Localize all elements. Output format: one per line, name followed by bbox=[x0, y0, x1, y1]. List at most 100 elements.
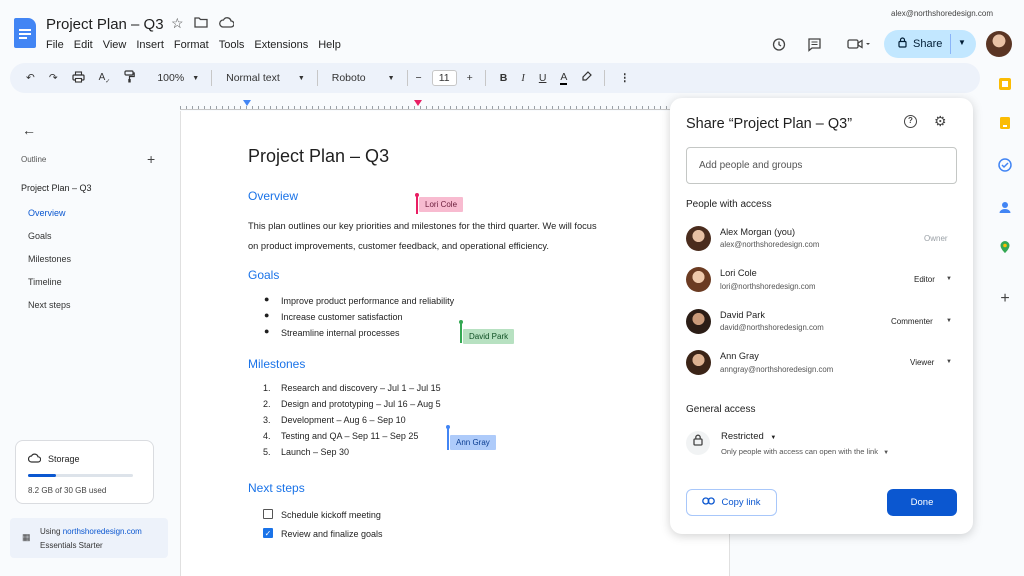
document-page[interactable] bbox=[180, 111, 730, 576]
role-caret-icon[interactable]: ▼ bbox=[946, 318, 952, 324]
share-label: Share bbox=[913, 38, 943, 50]
spellcheck-icon[interactable]: A✓ bbox=[99, 72, 111, 85]
outline-item-goals[interactable]: Goals bbox=[28, 231, 52, 241]
access-caret-icon: ▼ bbox=[770, 435, 777, 441]
bullet-dot: ● bbox=[264, 326, 270, 336]
done-button[interactable]: Done bbox=[887, 489, 957, 516]
menu-extensions[interactable]: Extensions bbox=[254, 39, 308, 51]
task-checkbox[interactable] bbox=[263, 509, 273, 519]
font-select[interactable]: Roboto ▼ bbox=[332, 72, 395, 84]
docs-logo-icon[interactable] bbox=[14, 18, 36, 48]
document-heading-title: Project Plan – Q3 bbox=[248, 146, 390, 166]
menu-view[interactable]: View bbox=[103, 39, 127, 51]
underline-button[interactable]: U bbox=[539, 72, 547, 84]
person-email: david@northshoredesign.com bbox=[720, 323, 824, 332]
goal-item: Increase customer satisfaction bbox=[281, 312, 403, 322]
text-color-button[interactable]: A bbox=[560, 71, 568, 85]
paragraph-style-select[interactable]: Normal text ▼ bbox=[226, 72, 305, 84]
heading-overview: Overview bbox=[248, 189, 299, 203]
toolbar-divider bbox=[484, 70, 486, 86]
avatar bbox=[686, 309, 711, 334]
storage-title: Storage bbox=[48, 454, 80, 464]
meet-video-icon[interactable] bbox=[847, 37, 871, 54]
paint-format-icon[interactable] bbox=[124, 70, 136, 86]
menu-tools[interactable]: Tools bbox=[219, 39, 245, 51]
person-email: lori@northshoredesign.com bbox=[720, 282, 816, 291]
move-folder-icon[interactable] bbox=[194, 15, 208, 31]
role-select-editor[interactable]: Editor bbox=[914, 275, 935, 284]
outline-item-milestones[interactable]: Milestones bbox=[28, 254, 71, 264]
menu-help[interactable]: Help bbox=[318, 39, 341, 51]
menu-format[interactable]: Format bbox=[174, 39, 209, 51]
task-label: Schedule kickoff meeting bbox=[281, 510, 381, 520]
maps-app-icon[interactable] bbox=[997, 240, 1013, 256]
link-icon bbox=[702, 497, 716, 508]
add-outline-icon[interactable]: + bbox=[147, 151, 155, 167]
share-dialog-title: Share “Project Plan – Q3” bbox=[686, 116, 853, 132]
ruler[interactable] bbox=[180, 100, 670, 110]
access-level-select[interactable]: Restricted ▼ bbox=[721, 431, 776, 442]
settings-gear-icon[interactable]: ⚙ bbox=[934, 113, 947, 130]
decrease-font-size-button[interactable]: − bbox=[416, 72, 422, 84]
back-arrow-icon[interactable]: ← bbox=[22, 122, 36, 138]
outline-item-timeline[interactable]: Timeline bbox=[28, 277, 62, 287]
storage-card[interactable]: Storage 8.2 GB of 30 GB used bbox=[15, 440, 154, 504]
version-history-icon[interactable] bbox=[771, 37, 786, 55]
contacts-app-icon[interactable] bbox=[997, 200, 1013, 216]
general-access-heading: General access bbox=[686, 404, 756, 415]
document-title[interactable]: Project Plan – Q3 bbox=[46, 16, 164, 33]
avatar bbox=[686, 350, 711, 375]
cloud-status-icon[interactable] bbox=[219, 15, 235, 31]
storage-usage-text: 8.2 GB of 30 GB used bbox=[28, 486, 107, 495]
add-addon-icon[interactable]: + bbox=[997, 290, 1013, 307]
person-role-owner: Owner bbox=[924, 234, 948, 243]
role-caret-icon[interactable]: ▼ bbox=[946, 359, 952, 365]
copy-link-button[interactable]: Copy link bbox=[686, 489, 777, 516]
person-email: anngray@northshoredesign.com bbox=[720, 365, 834, 374]
left-indent-marker[interactable] bbox=[243, 100, 251, 106]
outline-item-overview[interactable]: Overview bbox=[28, 208, 66, 218]
cursor-label-ann: Ann Gray bbox=[450, 435, 496, 450]
toolbar-divider bbox=[604, 70, 606, 86]
zoom-select[interactable]: 100% ▼ bbox=[157, 72, 199, 84]
undo-icon[interactable]: ↶ bbox=[26, 72, 35, 84]
font-size-input[interactable]: 11 bbox=[431, 70, 457, 86]
menu-edit[interactable]: Edit bbox=[74, 39, 93, 51]
goal-item: Improve product performance and reliabil… bbox=[281, 296, 455, 306]
comment-history-icon[interactable] bbox=[807, 37, 822, 55]
share-button[interactable]: Share ▼ bbox=[884, 30, 976, 58]
menu-file[interactable]: File bbox=[46, 39, 64, 51]
help-icon[interactable]: ? bbox=[904, 115, 917, 128]
add-people-input[interactable]: Add people and groups bbox=[686, 147, 957, 184]
more-options-icon[interactable]: ⋮ bbox=[619, 72, 630, 84]
increase-font-size-button[interactable]: + bbox=[467, 72, 473, 84]
redo-icon[interactable]: ↷ bbox=[49, 72, 58, 84]
heading-next-steps: Next steps bbox=[248, 481, 305, 495]
sheets-app-icon[interactable] bbox=[997, 77, 1013, 93]
menu-insert[interactable]: Insert bbox=[136, 39, 164, 51]
highlight-color-icon[interactable] bbox=[581, 70, 593, 86]
tab-marker[interactable] bbox=[414, 100, 422, 106]
lock-icon bbox=[686, 431, 710, 455]
bold-button[interactable]: B bbox=[500, 72, 508, 84]
person-name: Alex Morgan (you) bbox=[720, 227, 796, 237]
role-caret-icon[interactable]: ▼ bbox=[946, 276, 952, 282]
star-icon[interactable]: ☆ bbox=[171, 15, 184, 32]
task-checkbox-checked[interactable]: ✓ bbox=[263, 528, 273, 538]
person-name: Lori Cole bbox=[720, 268, 757, 278]
share-options-caret-icon[interactable]: ▼ bbox=[958, 38, 966, 47]
role-select-commenter[interactable]: Commenter bbox=[891, 317, 933, 326]
account-avatar[interactable] bbox=[986, 31, 1012, 57]
workspace-domain-link[interactable]: northshoredesign.com bbox=[63, 527, 142, 536]
access-description[interactable]: Only people with access can open with th… bbox=[721, 447, 889, 456]
cursor-ann bbox=[447, 428, 449, 450]
outline-item-next-steps[interactable]: Next steps bbox=[28, 300, 71, 310]
heading-milestones: Milestones bbox=[248, 357, 306, 371]
print-icon[interactable] bbox=[72, 70, 85, 86]
italic-button[interactable]: I bbox=[521, 73, 525, 84]
milestone-number: 2. bbox=[263, 399, 271, 409]
keep-app-icon[interactable] bbox=[997, 116, 1013, 132]
outline-doc-title[interactable]: Project Plan – Q3 bbox=[21, 183, 92, 193]
tasks-app-icon[interactable] bbox=[997, 158, 1013, 174]
role-select-viewer[interactable]: Viewer bbox=[910, 358, 934, 367]
